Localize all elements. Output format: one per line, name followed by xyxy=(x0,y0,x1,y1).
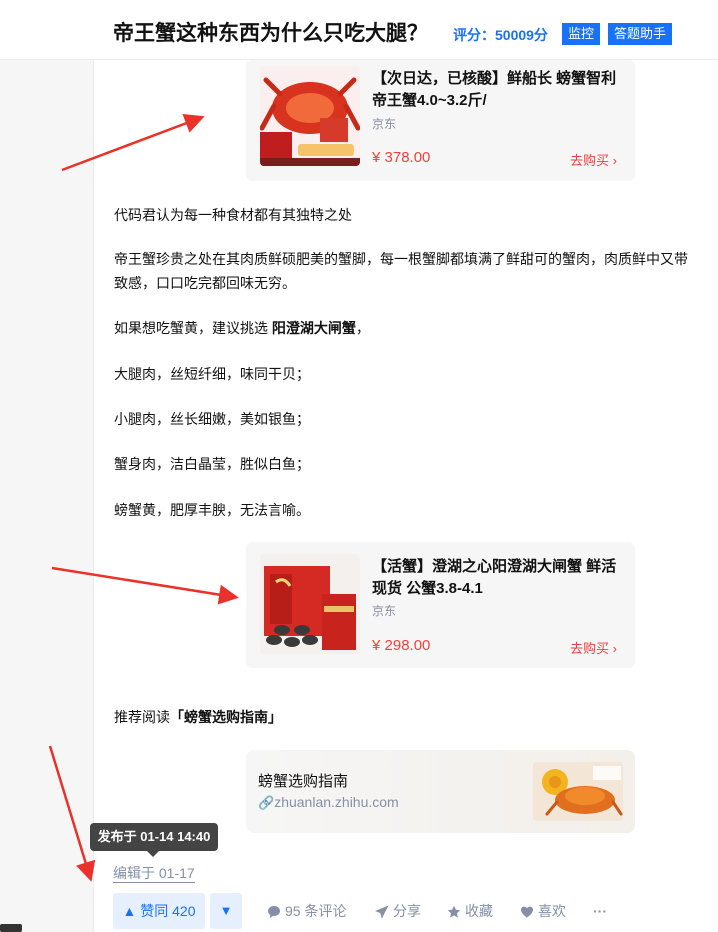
monitor-button[interactable]: 监控 xyxy=(562,23,601,45)
heart-icon xyxy=(521,906,533,918)
paragraph: 如果想吃蟹黄，建议挑选 阳澄湖大闸蟹， xyxy=(114,317,370,340)
recommend-line: 推荐阅读「螃蟹选购指南」 xyxy=(114,706,282,729)
share-icon xyxy=(375,905,389,919)
product-source: 京东 xyxy=(372,117,397,131)
action-bar: ▲ 赞同 420 ▼ 95 条评论 分享 收藏 喜欢 ··· xyxy=(0,893,718,929)
upvote-button[interactable]: ▲ 赞同 420 xyxy=(113,893,205,929)
left-edge-badge xyxy=(0,924,22,932)
link-card[interactable]: 螃蟹选购指南 🔗zhuanlan.zhihu.com xyxy=(246,750,635,833)
more-button[interactable]: ··· xyxy=(593,893,607,929)
product-card[interactable]: 【活蟹】澄湖之心阳澄湖大闸蟹 鲜活现货 公蟹3.8-4.1 京东 ¥ 298.0… xyxy=(246,542,635,668)
favorite-button[interactable]: 收藏 xyxy=(447,893,493,929)
product-title[interactable]: 【次日达，已核酸】鲜船长 螃蟹智利帝王蟹4.0~3.2斤/ xyxy=(372,68,622,112)
like-label: 喜欢 xyxy=(538,903,566,919)
arrow-annotation xyxy=(48,745,96,882)
comment-icon xyxy=(268,906,280,918)
link-url-text: zhuanlan.zhihu.com xyxy=(274,794,399,810)
share-label: 分享 xyxy=(393,903,421,919)
publish-time-tooltip: 发布于 01-14 14:40 xyxy=(90,823,218,857)
score-label: 评分：50009分 xyxy=(453,27,548,43)
helper-button[interactable]: 答题助手 xyxy=(608,23,673,45)
paragraph: 代码君认为每一种食材都有其独特之处 xyxy=(114,207,352,223)
product-source: 京东 xyxy=(372,604,397,618)
link-card-title: 螃蟹选购指南 xyxy=(258,773,349,790)
product-price: ¥ 378.00 xyxy=(372,149,431,166)
comment-count: 95 条评论 xyxy=(285,903,347,919)
star-icon xyxy=(447,905,461,918)
link-card-url: 🔗zhuanlan.zhihu.com xyxy=(258,794,399,811)
product-image xyxy=(260,554,360,654)
product-price: ¥ 298.00 xyxy=(372,637,431,654)
buy-button[interactable]: 去购买 › xyxy=(570,150,617,169)
share-button[interactable]: 分享 xyxy=(375,893,421,929)
paragraph-line: 帝王蟹珍贵之处在其肉质鲜硕肥美的蟹脚，每一根蟹脚都填满了鲜甜可的蟹肉，肉质鲜中又… xyxy=(114,251,688,267)
top-bar: 帝王蟹这种东西为什么只吃大腿？ 评分：50009分 监控 答题助手 xyxy=(0,0,718,60)
paragraph: 螃蟹黄，肥厚丰腴，无法言喻。 xyxy=(114,502,310,518)
favorite-label: 收藏 xyxy=(465,903,493,919)
answer-content: 【次日达，已核酸】鲜船长 螃蟹智利帝王蟹4.0~3.2斤/ 京东 ¥ 378.0… xyxy=(93,60,718,932)
link-icon: 🔗 xyxy=(258,795,275,810)
paragraph-line: 致感，口口吃完都回味无穷。 xyxy=(114,275,296,291)
like-button[interactable]: 喜欢 xyxy=(520,893,566,929)
buy-button[interactable]: 去购买 › xyxy=(570,638,617,657)
link-card-image xyxy=(533,762,623,821)
downvote-button[interactable]: ▼ xyxy=(210,893,242,929)
product-title[interactable]: 【活蟹】澄湖之心阳澄湖大闸蟹 鲜活现货 公蟹3.8-4.1 xyxy=(372,556,622,600)
text-span: ， xyxy=(355,320,370,336)
product-card[interactable]: 【次日达，已核酸】鲜船长 螃蟹智利帝王蟹4.0~3.2斤/ 京东 ¥ 378.0… xyxy=(246,60,635,181)
recommend-prefix: 推荐阅读 xyxy=(114,709,170,725)
bold-text: 阳澄湖大闸蟹 xyxy=(271,320,356,336)
comment-button[interactable]: 95 条评论 xyxy=(267,893,346,929)
product-image xyxy=(260,66,360,166)
paragraph: 大腿肉，丝短纤细，味同干贝； xyxy=(114,366,310,382)
paragraph: 蟹身肉，洁白晶莹，胜似白鱼； xyxy=(114,456,310,472)
question-title[interactable]: 帝王蟹这种东西为什么只吃大腿？ xyxy=(113,17,428,47)
edited-time[interactable]: 编辑于 01-17 xyxy=(113,864,195,883)
paragraph: 小腿肉，丝长细嫩，美如银鱼； xyxy=(114,411,310,427)
text-span: 如果想吃蟹黄，建议挑选 xyxy=(114,320,272,336)
recommend-title[interactable]: 「螃蟹选购指南」 xyxy=(170,709,282,725)
